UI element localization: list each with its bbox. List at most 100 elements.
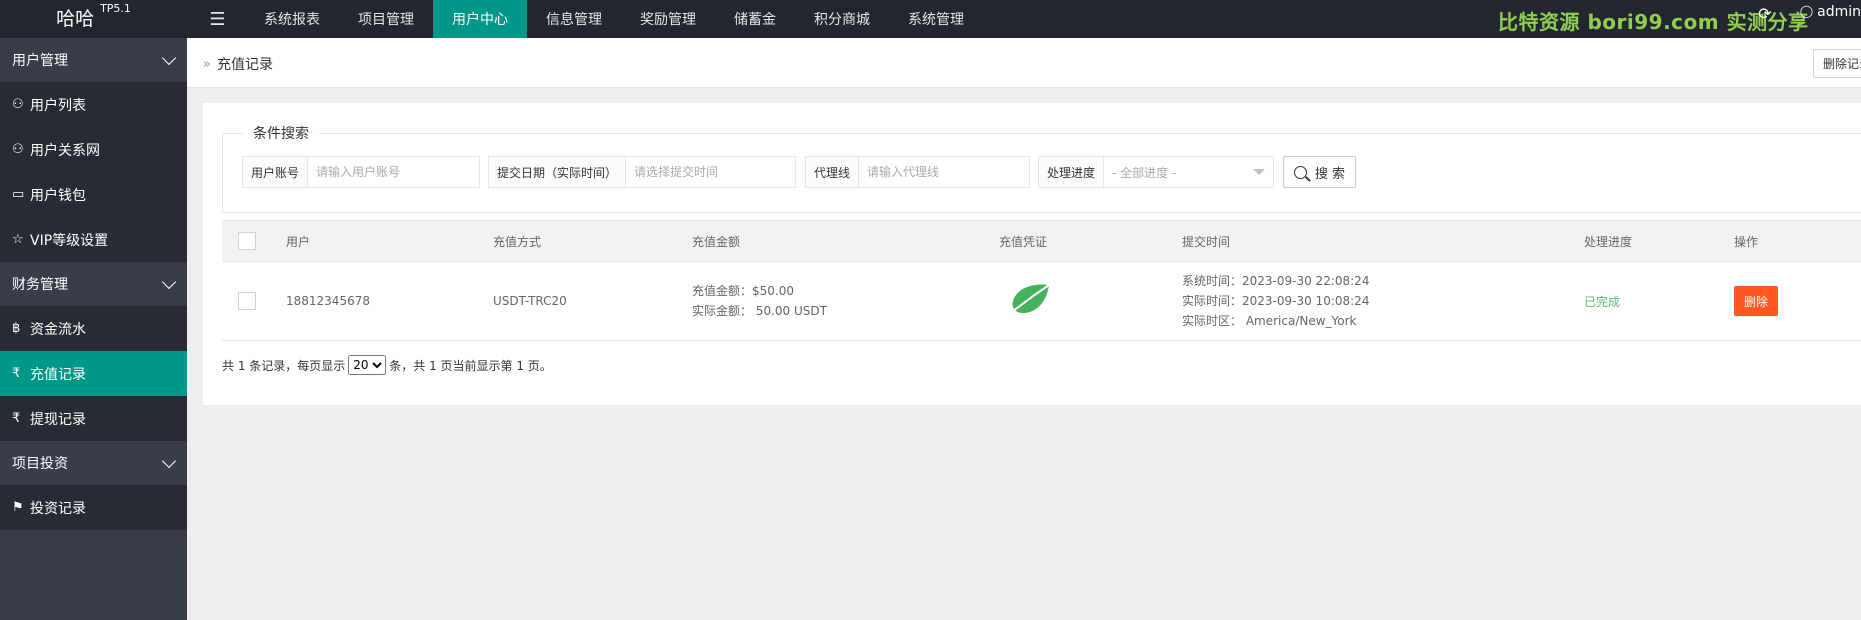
delete-records-button[interactable]: 删除记录 bbox=[1813, 49, 1861, 78]
refresh-icon[interactable]: ⟳ bbox=[1758, 4, 1771, 23]
rupee-icon: ₹ bbox=[12, 411, 21, 426]
users-icon: ⚇ bbox=[12, 142, 24, 157]
sidebar-group-user[interactable]: 用户管理 bbox=[0, 38, 187, 82]
per-page-select[interactable]: 20 bbox=[348, 355, 387, 375]
breadcrumb: » 充值记录 bbox=[203, 54, 273, 74]
chevron-down-icon bbox=[161, 50, 177, 65]
cell-submit-time: 系统时间：2023-09-30 22:08:24 实际时间：2023-09-30… bbox=[1182, 261, 1584, 341]
flag-icon: ⚑ bbox=[12, 500, 24, 515]
user-icon: ◯ bbox=[1799, 4, 1814, 18]
search-button[interactable]: 搜 索 bbox=[1283, 156, 1356, 188]
sidebar-item-label: 用户列表 bbox=[30, 97, 86, 114]
top-bar: 哈哈 TP5.1 ☰ 系统报表 项目管理 用户中心 信息管理 奖励管理 储蓄金 … bbox=[0, 0, 1861, 38]
app-logo: 哈哈 TP5.1 bbox=[0, 0, 187, 38]
cell-voucher bbox=[999, 261, 1182, 341]
agent-line-input[interactable] bbox=[859, 157, 1026, 187]
chevron-down-icon bbox=[161, 453, 177, 468]
user-icon: ⚇ bbox=[12, 97, 24, 112]
header-amount: 充值金额 bbox=[692, 220, 999, 262]
cell-user: 18812345678 bbox=[286, 261, 493, 341]
pagination: 共 1 条记录，每页显示 20 条，共 1 页当前显示第 1 页。 bbox=[222, 355, 552, 375]
cell-status: 已完成 bbox=[1584, 261, 1734, 341]
search-legend: 条件搜索 bbox=[253, 126, 309, 142]
status-field: 处理进度 - 全部进度 - bbox=[1038, 156, 1274, 188]
search-icon bbox=[1293, 165, 1307, 179]
main-card: 条件搜索 用户账号 提交日期（实际时间） 代理线 处理进度 - 全部进度 - 搜… bbox=[203, 103, 1861, 405]
system-time: 系统时间：2023-09-30 22:08:24 bbox=[1182, 274, 1370, 288]
sidebar-group-investment[interactable]: 项目投资 bbox=[0, 441, 187, 485]
sidebar-item-recharge-records[interactable]: ₹ 充值记录 bbox=[0, 351, 187, 396]
bitcoin-icon: ฿ bbox=[12, 321, 21, 336]
sidebar-item-label: 用户关系网 bbox=[30, 142, 100, 159]
top-right-tools: ⟳ ◯ admin bbox=[1758, 0, 1861, 38]
sidebar-item-user-list[interactable]: ⚇ 用户列表 bbox=[0, 82, 187, 127]
status-select[interactable]: - 全部进度 - bbox=[1104, 157, 1273, 187]
sidebar-group-label: 用户管理 bbox=[12, 53, 68, 69]
leaf-icon[interactable] bbox=[1005, 283, 1051, 320]
rupee-icon: ₹ bbox=[12, 366, 21, 381]
header-submit-time: 提交时间 bbox=[1182, 220, 1584, 262]
header-voucher: 充值凭证 bbox=[999, 220, 1182, 262]
date-label: 提交日期（实际时间） bbox=[489, 157, 627, 187]
sidebar-item-vip-settings[interactable]: ☆ VIP等级设置 bbox=[0, 217, 187, 262]
star-icon: ☆ bbox=[12, 232, 24, 247]
date-field: 提交日期（实际时间） bbox=[488, 156, 796, 188]
nav-item-info[interactable]: 信息管理 bbox=[527, 0, 621, 38]
status-badge: 已完成 bbox=[1584, 294, 1621, 309]
sidebar-item-fund-flow[interactable]: ฿ 资金流水 bbox=[0, 306, 187, 351]
nav-item-points-mall[interactable]: 积分商城 bbox=[795, 0, 889, 38]
status-select-value: - 全部进度 - bbox=[1112, 165, 1177, 180]
nav-item-savings[interactable]: 储蓄金 bbox=[715, 0, 795, 38]
sidebar-item-label: 充值记录 bbox=[30, 366, 86, 383]
amount-actual: 实际金额： 50.00 USDT bbox=[692, 304, 827, 318]
sidebar-item-withdraw-records[interactable]: ₹ 提现记录 bbox=[0, 396, 187, 441]
wallet-icon: ▭ bbox=[12, 187, 25, 202]
top-nav: ☰ 系统报表 项目管理 用户中心 信息管理 奖励管理 储蓄金 积分商城 系统管理 bbox=[190, 0, 983, 38]
delete-button[interactable]: 删除 bbox=[1734, 286, 1778, 316]
row-checkbox[interactable] bbox=[238, 292, 256, 310]
amount-recharge: 充值金额：$50.00 bbox=[692, 284, 794, 298]
row-checkbox-cell bbox=[222, 261, 286, 341]
header-method: 充值方式 bbox=[493, 220, 692, 262]
table-row: 18812345678 USDT-TRC20 充值金额：$50.00 实际金额：… bbox=[222, 261, 1861, 341]
header-user: 用户 bbox=[286, 220, 493, 262]
sidebar-group-finance[interactable]: 财务管理 bbox=[0, 262, 187, 306]
app-name: 哈哈 bbox=[56, 8, 95, 30]
account-input[interactable] bbox=[308, 157, 479, 187]
select-all-checkbox[interactable] bbox=[238, 232, 256, 250]
pager-prefix: 共 1 条记录，每页显示 bbox=[222, 358, 346, 373]
sidebar-item-label: 用户钱包 bbox=[30, 187, 86, 204]
date-input[interactable] bbox=[626, 157, 793, 187]
sidebar-item-user-relations[interactable]: ⚇ 用户关系网 bbox=[0, 127, 187, 172]
header-checkbox-cell bbox=[222, 220, 286, 262]
pager-suffix: 条，共 1 页当前显示第 1 页。 bbox=[389, 358, 552, 373]
sidebar-group-label: 财务管理 bbox=[12, 277, 68, 293]
double-chevron-right-icon: » bbox=[203, 56, 211, 72]
search-button-label: 搜 索 bbox=[1314, 166, 1346, 182]
sidebar-item-investment-records[interactable]: ⚑ 投资记录 bbox=[0, 485, 187, 530]
nav-item-reward[interactable]: 奖励管理 bbox=[621, 0, 715, 38]
nav-item-user-center[interactable]: 用户中心 bbox=[433, 0, 527, 38]
nav-item-project[interactable]: 项目管理 bbox=[339, 0, 433, 38]
username[interactable]: admin bbox=[1817, 4, 1861, 20]
recharge-table: 用户 充值方式 充值金额 充值凭证 提交时间 处理进度 操作 188123456… bbox=[222, 220, 1861, 341]
sidebar-group-label: 项目投资 bbox=[12, 456, 68, 472]
nav-item-system[interactable]: 系统管理 bbox=[889, 0, 983, 38]
actual-time: 实际时间：2023-09-30 10:08:24 bbox=[1182, 294, 1370, 308]
cell-actions: 删除 bbox=[1734, 261, 1861, 341]
sidebar-item-label: 提现记录 bbox=[30, 411, 86, 428]
header-status: 处理进度 bbox=[1584, 220, 1734, 262]
table-header-row: 用户 充值方式 充值金额 充值凭证 提交时间 处理进度 操作 bbox=[222, 220, 1861, 262]
menu-icon[interactable]: ☰ bbox=[190, 0, 245, 38]
sidebar-item-label: VIP等级设置 bbox=[30, 232, 109, 249]
header-actions: 操作 bbox=[1734, 220, 1861, 262]
sidebar-item-label: 投资记录 bbox=[30, 500, 86, 517]
agent-line-label: 代理线 bbox=[806, 157, 860, 187]
actual-timezone: 实际时区： America/New_York bbox=[1182, 314, 1357, 328]
nav-item-system-report[interactable]: 系统报表 bbox=[245, 0, 339, 38]
cell-amount: 充值金额：$50.00 实际金额： 50.00 USDT bbox=[692, 261, 999, 341]
caret-down-icon bbox=[1253, 169, 1265, 175]
sidebar-item-user-wallet[interactable]: ▭ 用户钱包 bbox=[0, 172, 187, 217]
sidebar: 用户管理 ⚇ 用户列表 ⚇ 用户关系网 ▭ 用户钱包 ☆ VIP等级设置 财务管… bbox=[0, 38, 187, 620]
status-label: 处理进度 bbox=[1039, 157, 1105, 187]
